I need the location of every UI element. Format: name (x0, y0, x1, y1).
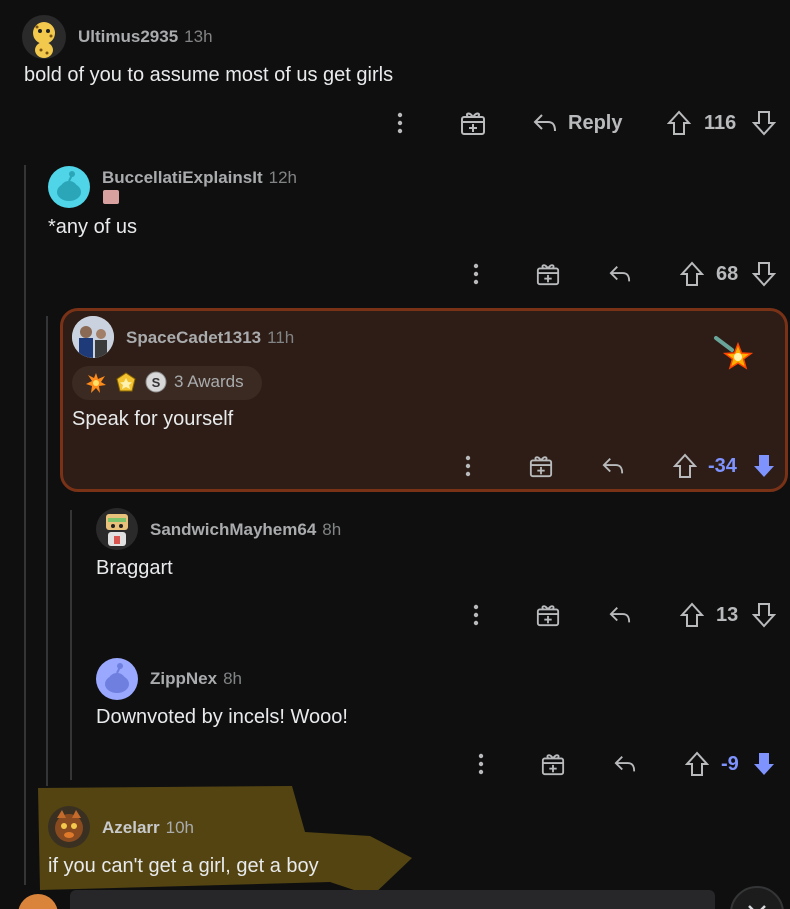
expand-button[interactable] (730, 886, 784, 909)
highlighter-scribble (38, 786, 412, 896)
chevron-down-icon (748, 905, 766, 909)
avatar[interactable] (48, 806, 90, 848)
comment-input-bar[interactable] (70, 890, 715, 909)
comment-time: 10h (165, 818, 195, 837)
comment-username[interactable]: Azelarr 10h (102, 818, 194, 838)
animal-avatar-icon (55, 810, 83, 842)
comment-body: if you can't get a girl, get a boy (48, 855, 319, 877)
username-text[interactable]: Azelarr (102, 818, 160, 837)
